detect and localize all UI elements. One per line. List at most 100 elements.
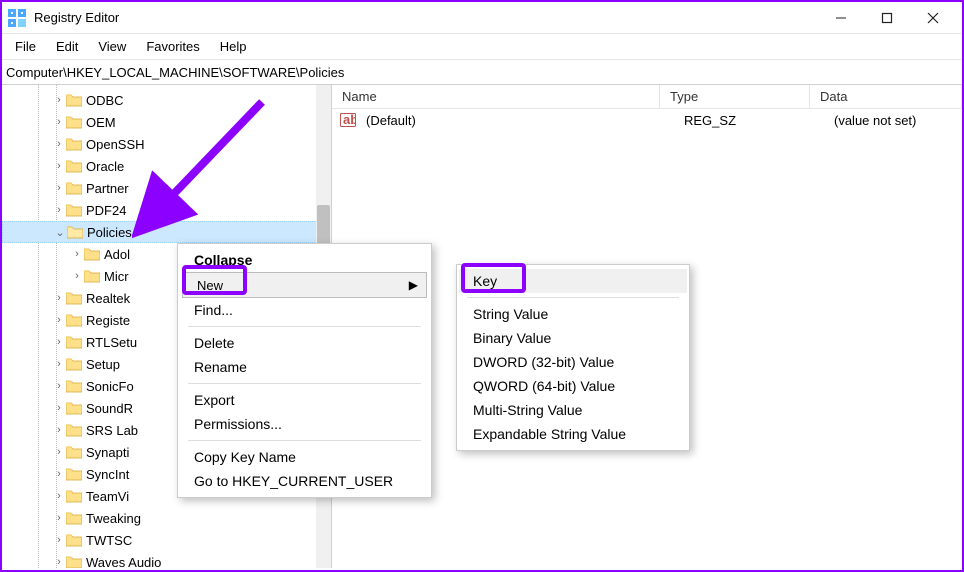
tree-node-tweaking[interactable]: › Tweaking <box>2 507 331 529</box>
window-title: Registry Editor <box>34 10 818 25</box>
folder-icon <box>66 335 82 349</box>
ctx-export[interactable]: Export <box>180 388 429 412</box>
tree-label: ODBC <box>86 93 124 108</box>
caret-right-icon[interactable]: › <box>70 248 84 260</box>
folder-icon <box>66 489 82 503</box>
folder-icon <box>66 423 82 437</box>
caret-right-icon[interactable]: › <box>52 424 66 436</box>
menu-help[interactable]: Help <box>210 36 257 57</box>
ctx-collapse[interactable]: Collapse <box>180 248 429 272</box>
caret-right-icon[interactable]: › <box>52 490 66 502</box>
list-header: Name Type Data <box>332 85 962 109</box>
caret-right-icon[interactable]: › <box>52 336 66 348</box>
caret-right-icon[interactable]: › <box>52 292 66 304</box>
caret-right-icon[interactable]: › <box>52 512 66 524</box>
caret-right-icon[interactable]: › <box>52 160 66 172</box>
menu-favorites[interactable]: Favorites <box>136 36 209 57</box>
caret-right-icon[interactable]: › <box>52 534 66 546</box>
address-bar[interactable]: Computer\HKEY_LOCAL_MACHINE\SOFTWARE\Pol… <box>2 60 962 85</box>
menu-view[interactable]: View <box>88 36 136 57</box>
tree-node-twtsc[interactable]: ›TWTSC <box>2 529 331 551</box>
ctx-rename[interactable]: Rename <box>180 355 429 379</box>
svg-text:ab: ab <box>343 112 356 127</box>
string-value-icon: ab <box>340 112 356 128</box>
ctx-permissions[interactable]: Permissions... <box>180 412 429 436</box>
caret-right-icon[interactable]: › <box>52 182 66 194</box>
ctx-find[interactable]: Find... <box>180 298 429 322</box>
caret-right-icon[interactable]: › <box>52 380 66 392</box>
folder-icon <box>66 533 82 547</box>
tree-label: Policies <box>87 225 132 240</box>
ctx-new-dword[interactable]: DWORD (32-bit) Value <box>459 350 687 374</box>
list-row[interactable]: ab (Default) REG_SZ (value not set) <box>332 109 962 131</box>
ctx-new[interactable]: New ▶ <box>182 272 427 298</box>
caret-right-icon[interactable]: › <box>52 94 66 106</box>
ctx-separator <box>188 383 421 384</box>
menubar: File Edit View Favorites Help <box>2 34 962 60</box>
tree-label: SonicFo <box>86 379 134 394</box>
tree-node-odbc[interactable]: › ODBC <box>2 89 331 111</box>
ctx-new-qword[interactable]: QWORD (64-bit) Value <box>459 374 687 398</box>
tree-label: OpenSSH <box>86 137 145 152</box>
tree-label: SyncInt <box>86 467 129 482</box>
folder-icon <box>66 401 82 415</box>
folder-icon <box>66 379 82 393</box>
close-button[interactable] <box>910 2 956 34</box>
ctx-separator <box>467 297 679 298</box>
folder-icon <box>66 291 82 305</box>
ctx-separator <box>188 326 421 327</box>
tree-label: Tweaking <box>86 511 141 526</box>
ctx-new-label: New <box>197 278 223 293</box>
caret-right-icon[interactable]: › <box>52 402 66 414</box>
caret-right-icon[interactable]: › <box>52 468 66 480</box>
caret-right-icon[interactable]: › <box>70 270 84 282</box>
tree-node-partner[interactable]: ›Partner <box>2 177 331 199</box>
tree-label: Realtek <box>86 291 130 306</box>
ctx-separator <box>188 440 421 441</box>
tree-node-oracle[interactable]: › Oracle <box>2 155 331 177</box>
folder-icon <box>66 159 82 173</box>
caret-right-icon[interactable]: › <box>52 314 66 326</box>
caret-right-icon[interactable]: › <box>52 116 66 128</box>
caret-right-icon[interactable]: › <box>52 358 66 370</box>
folder-icon <box>84 269 100 283</box>
context-menu: Collapse New ▶ Find... Delete Rename Exp… <box>177 243 432 498</box>
menu-file[interactable]: File <box>5 36 46 57</box>
context-submenu-new: Key String Value Binary Value DWORD (32-… <box>456 264 690 451</box>
folder-icon <box>66 93 82 107</box>
caret-right-icon[interactable]: › <box>52 556 66 568</box>
menu-edit[interactable]: Edit <box>46 36 88 57</box>
tree-label: TeamVi <box>86 489 129 504</box>
ctx-new-string[interactable]: String Value <box>459 302 687 326</box>
tree-label: Synapti <box>86 445 129 460</box>
tree-label: RTLSetu <box>86 335 137 350</box>
cell-data: (value not set) <box>824 113 962 128</box>
col-header-data[interactable]: Data <box>810 85 962 108</box>
tree-label: Micr <box>104 269 129 284</box>
col-header-name[interactable]: Name <box>332 85 660 108</box>
tree-node-policies[interactable]: ⌄ Policies <box>2 221 331 243</box>
ctx-new-multistring[interactable]: Multi-String Value <box>459 398 687 422</box>
caret-right-icon[interactable]: › <box>52 446 66 458</box>
caret-right-icon[interactable]: › <box>52 138 66 150</box>
tree-node-oem[interactable]: ›OEM <box>2 111 331 133</box>
tree-node-openssh[interactable]: › OpenSSH <box>2 133 331 155</box>
caret-right-icon[interactable]: › <box>52 204 66 216</box>
maximize-button[interactable] <box>864 2 910 34</box>
tree-label: Oracle <box>86 159 124 174</box>
folder-icon <box>66 203 82 217</box>
app-icon <box>8 9 26 27</box>
ctx-delete[interactable]: Delete <box>180 331 429 355</box>
ctx-new-expandable[interactable]: Expandable String Value <box>459 422 687 446</box>
tree-label: Setup <box>86 357 120 372</box>
col-header-type[interactable]: Type <box>660 85 810 108</box>
tree-node-pdf24[interactable]: ›PDF24 <box>2 199 331 221</box>
folder-icon <box>66 181 82 195</box>
tree-node-waves-audio[interactable]: ›Waves Audio <box>2 551 331 568</box>
ctx-goto[interactable]: Go to HKEY_CURRENT_USER <box>180 469 429 493</box>
minimize-button[interactable] <box>818 2 864 34</box>
ctx-copykey[interactable]: Copy Key Name <box>180 445 429 469</box>
ctx-new-binary[interactable]: Binary Value <box>459 326 687 350</box>
ctx-new-key[interactable]: Key <box>459 269 687 293</box>
caret-down-icon[interactable]: ⌄ <box>53 226 67 239</box>
